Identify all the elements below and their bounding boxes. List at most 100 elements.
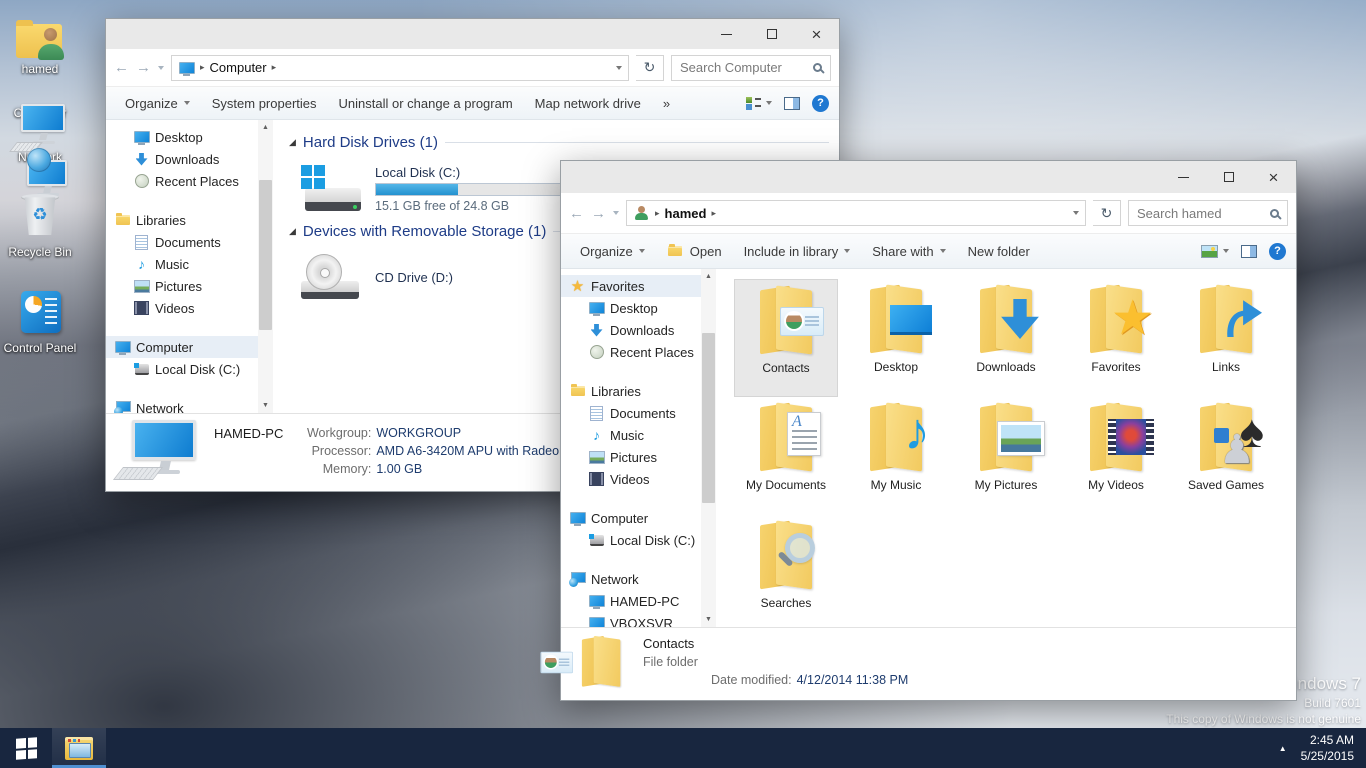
sidebar-item-music[interactable]: Music [561,424,701,446]
sidebar-item-local-disk[interactable]: Local Disk (C:) [561,529,701,551]
sidebar-item-hamed-pc[interactable]: HAMED-PC [561,590,701,612]
minimize-button[interactable] [1161,161,1206,193]
uninstall-program-button[interactable]: Uninstall or change a program [330,92,522,115]
nav-pane-scrollbar[interactable]: ▲ ▼ [701,269,716,627]
links-folder-icon [1188,282,1264,358]
sidebar-item-local-disk[interactable]: Local Disk (C:) [106,358,258,380]
address-dropdown-caret-icon[interactable] [1073,211,1079,215]
file-item-my-documents[interactable]: My Documents [734,397,838,515]
sidebar-item-libraries[interactable]: Libraries [106,209,258,231]
organize-button[interactable]: Organize [116,92,199,115]
file-item-favorites[interactable]: ★ Favorites [1064,279,1168,397]
taskbar-explorer-button[interactable] [52,728,106,768]
views-button[interactable] [746,96,772,110]
help-icon[interactable]: ? [1269,243,1286,260]
chevron-right-icon[interactable]: ▸ [711,208,716,219]
chevron-right-icon[interactable]: ▸ [272,62,277,73]
desktop-icon-recycle-bin[interactable]: ♻ Recycle Bin [0,191,80,260]
desktop-icon-computer[interactable]: Computer [0,104,80,121]
sidebar-item-music[interactable]: Music [106,253,258,275]
scroll-up-arrow-icon[interactable]: ▲ [258,120,273,135]
file-item-contacts[interactable]: Contacts [734,279,838,397]
sidebar-item-pictures[interactable]: Pictures [106,275,258,297]
views-button[interactable] [1201,245,1229,258]
file-item-searches[interactable]: Searches [734,515,838,627]
start-button[interactable] [0,728,52,768]
file-item-saved-games[interactable]: ♠♟ Saved Games [1174,397,1278,515]
system-properties-button[interactable]: System properties [203,92,326,115]
scrollbar-thumb[interactable] [702,333,715,503]
sidebar-item-downloads[interactable]: Downloads [561,319,701,341]
forward-button[interactable]: → [591,205,606,222]
sidebar-item-desktop[interactable]: Desktop [106,126,258,148]
toolbar-overflow-chevron[interactable]: » [654,92,679,115]
file-item-my-music[interactable]: ♪ My Music [844,397,948,515]
desktop-icon-control-panel[interactable]: Control Panel [0,287,80,356]
preview-pane-icon[interactable] [784,97,800,110]
include-in-library-button[interactable]: Include in library [735,240,860,263]
sidebar-item-desktop[interactable]: Desktop [561,297,701,319]
close-button[interactable]: × [1251,161,1296,193]
collapse-triangle-icon[interactable]: ◢ [289,226,296,237]
breadcrumb[interactable]: ▸ hamed ▸ [626,200,1086,226]
sidebar-item-libraries[interactable]: Libraries [561,380,701,402]
sidebar-item-documents[interactable]: Documents [561,402,701,424]
breadcrumb-hamed[interactable]: hamed [665,206,707,221]
scroll-down-arrow-icon[interactable]: ▼ [258,398,273,413]
organize-button[interactable]: Organize [571,240,654,263]
breadcrumb-computer[interactable]: Computer [210,60,267,75]
scroll-up-arrow-icon[interactable]: ▲ [701,269,716,284]
sidebar-item-pictures[interactable]: Pictures [561,446,701,468]
sidebar-item-documents[interactable]: Documents [106,231,258,253]
map-network-drive-button[interactable]: Map network drive [526,92,650,115]
preview-pane-icon[interactable] [1241,245,1257,258]
collapse-triangle-icon[interactable]: ◢ [289,137,296,148]
desktop-icon-hamed[interactable]: hamed [0,8,80,77]
maximize-button[interactable] [1206,161,1251,193]
sidebar-item-computer[interactable]: Computer [106,336,258,358]
file-item-downloads[interactable]: Downloads [954,279,1058,397]
close-button[interactable]: × [794,19,839,49]
back-button[interactable]: ← [569,205,584,222]
sidebar-item-recent-places[interactable]: Recent Places [106,170,258,192]
file-item-my-pictures[interactable]: My Pictures [954,397,1058,515]
sidebar-item-vboxsvr[interactable]: VBOXSVR [561,612,701,627]
file-item-my-videos[interactable]: My Videos [1064,397,1168,515]
breadcrumb[interactable]: ▸ Computer ▸ [171,55,629,81]
open-button[interactable]: Open [658,239,731,263]
show-hidden-icons-button[interactable]: ▲ [1265,744,1301,753]
refresh-button[interactable]: ↻ [636,55,664,81]
taskbar-clock[interactable]: 2:45 AM 5/25/2015 [1301,732,1366,764]
sidebar-item-videos[interactable]: Videos [106,297,258,319]
sidebar-item-computer[interactable]: Computer [561,507,701,529]
minimize-button[interactable] [704,19,749,49]
search-box[interactable]: Search hamed [1128,200,1288,226]
sidebar-item-videos[interactable]: Videos [561,468,701,490]
new-folder-button[interactable]: New folder [959,240,1039,263]
network-icon [569,571,586,587]
file-item-desktop[interactable]: Desktop [844,279,948,397]
search-box[interactable]: Search Computer [671,55,831,81]
sidebar-item-recent-places[interactable]: Recent Places [561,341,701,363]
back-button[interactable]: ← [114,59,129,76]
refresh-button[interactable]: ↻ [1093,200,1121,226]
sidebar-item-network[interactable]: Network [106,397,258,413]
maximize-button[interactable] [749,19,794,49]
sidebar-item-downloads[interactable]: Downloads [106,148,258,170]
scrollbar-thumb[interactable] [259,180,272,330]
forward-button[interactable]: → [136,59,151,76]
address-dropdown-caret-icon[interactable] [616,66,622,70]
hamed-window-titlebar[interactable]: × [561,161,1296,193]
chess-pawn-icon: ♟ [1219,430,1255,470]
scroll-down-arrow-icon[interactable]: ▼ [701,612,716,627]
recent-pages-caret-icon[interactable] [613,211,619,215]
file-item-links[interactable]: Links [1174,279,1278,397]
group-header-hard-disks[interactable]: ◢ Hard Disk Drives (1) [289,134,829,151]
recent-pages-caret-icon[interactable] [158,66,164,70]
sidebar-item-favorites[interactable]: Favorites [561,275,701,297]
sidebar-item-network[interactable]: Network [561,568,701,590]
computer-window-titlebar[interactable]: × [106,19,839,49]
help-icon[interactable]: ? [812,95,829,112]
nav-pane-scrollbar[interactable]: ▲ ▼ [258,120,273,413]
share-with-button[interactable]: Share with [863,240,954,263]
